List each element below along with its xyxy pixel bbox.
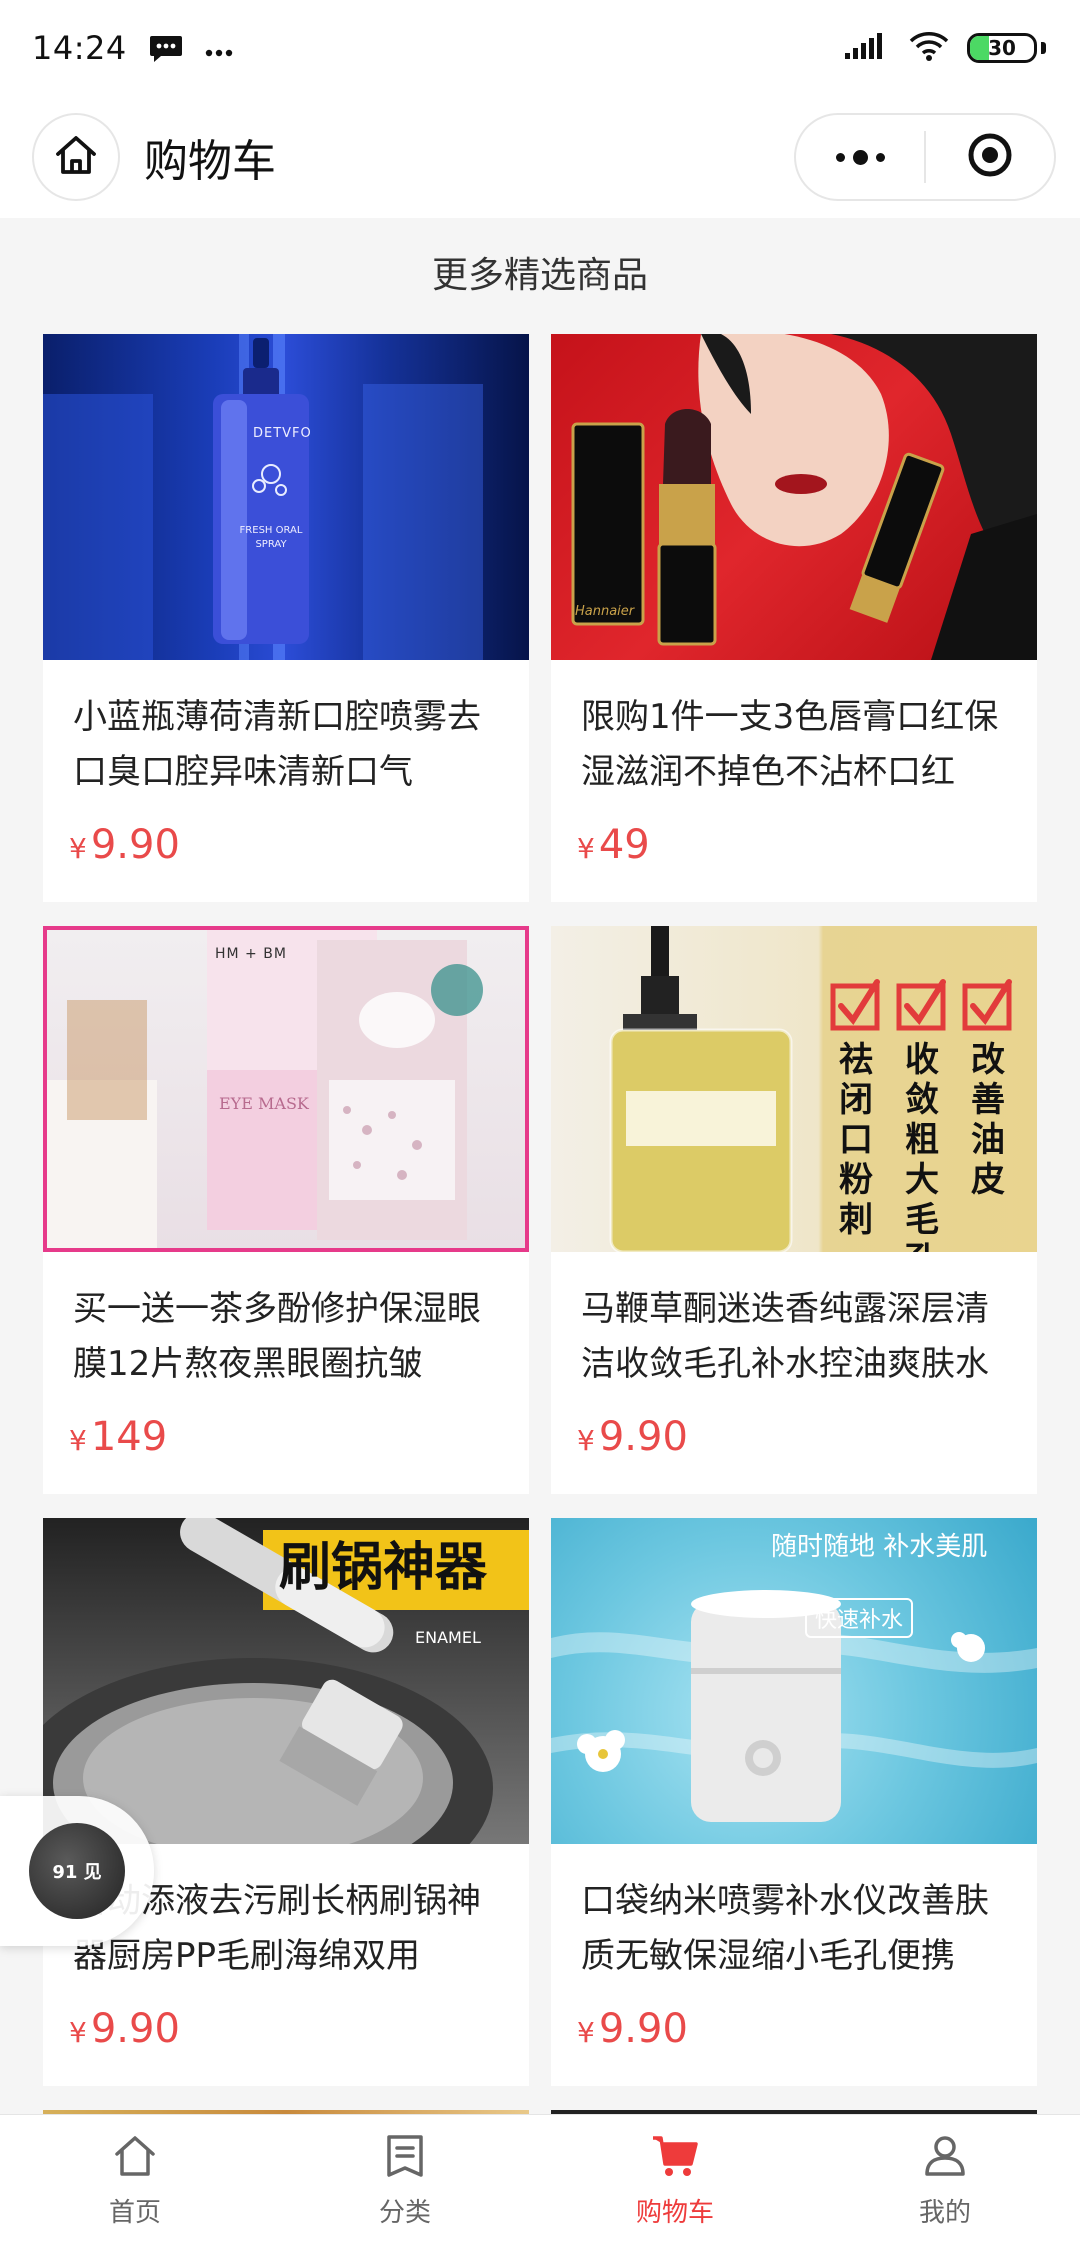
product-image-art: HM + BM EYE MASK (43, 926, 529, 1252)
menu-dots-icon (835, 149, 885, 165)
close-button[interactable] (926, 115, 1054, 199)
tab-home[interactable]: 首页 (0, 2115, 270, 2248)
battery-level: 30 (988, 36, 1016, 60)
floating-widget-label: 91 见 (52, 1862, 102, 1883)
wifi-icon (909, 31, 949, 65)
floating-widget-icon: 91 见 (29, 1823, 125, 1919)
product-price: ¥ 9.90 (69, 822, 180, 868)
tab-label: 首页 (108, 2198, 161, 2228)
price-value: 49 (598, 822, 650, 868)
product-name[interactable]: 小蓝瓶薄荷清新口腔喷雾去口臭口腔异味清新口气 (73, 690, 505, 800)
product-feature-text: 收敛粗大毛孔 (905, 1040, 939, 1252)
product-card[interactable]: 随时随地 补水美肌 快速补水 口袋纳米喷雾补水仪改善肤质无敏保湿缩小毛孔便携 ¥… (551, 1518, 1037, 2086)
price-currency: ¥ (577, 2016, 595, 2049)
product-title-text: 刷锅神器 (279, 1538, 488, 1598)
product-feature-text: 祛闭口粉刺 (839, 1040, 873, 1240)
home-icon (54, 134, 98, 180)
floating-widget[interactable]: 91 见 (0, 1796, 154, 1946)
product-name[interactable]: 限购1件一支3色唇膏口红保湿滋润不掉色不沾杯口红 (581, 690, 1013, 800)
price-currency: ¥ (69, 2016, 87, 2049)
product-title-text: 随时随地 补水美肌 (771, 1532, 988, 1562)
battery-fill (970, 36, 990, 60)
product-card[interactable]: HM + BM EYE MASK 买一送一茶多酚修护保湿眼膜12片熬夜黑眼圈抗皱… (43, 926, 529, 1494)
more-dots-icon (205, 33, 233, 63)
category-tab-icon (385, 2134, 425, 2182)
product-price: ¥ 9.90 (69, 2006, 180, 2052)
signal-icon (845, 31, 891, 65)
price-value: 9.90 (90, 822, 180, 868)
product-price: ¥ 9.90 (577, 1414, 688, 1460)
battery-icon: 30 (967, 33, 1037, 63)
battery-cap (1041, 42, 1046, 54)
price-value: 149 (90, 1414, 168, 1460)
product-image[interactable]: 祛闭口粉刺 收敛粗大毛孔 改善油皮 (551, 926, 1037, 1252)
product-price: ¥ 49 (577, 822, 650, 868)
product-brand-text: Hannaier (575, 604, 635, 619)
tab-profile[interactable]: 我的 (810, 2115, 1080, 2248)
product-image-art: 祛闭口粉刺 收敛粗大毛孔 改善油皮 (551, 926, 1037, 1252)
product-image[interactable]: 随时随地 补水美肌 快速补水 (551, 1518, 1037, 1844)
product-price: ¥ 9.90 (577, 2006, 688, 2052)
product-label-text: EYE MASK (219, 1094, 309, 1113)
product-image[interactable]: HM + BM EYE MASK (43, 926, 529, 1252)
product-label-text: FRESH ORAL SPRAY (239, 525, 303, 550)
home-tab-icon (113, 2134, 157, 2182)
page-title: 购物车 (144, 136, 276, 187)
tab-category[interactable]: 分类 (270, 2115, 540, 2248)
status-left: 14:24 (32, 29, 233, 67)
price-currency: ¥ (69, 832, 87, 865)
tab-label: 我的 (918, 2198, 971, 2228)
product-price: ¥ 149 (69, 1414, 167, 1460)
product-name[interactable]: 口袋纳米喷雾补水仪改善肤质无敏保湿缩小毛孔便携 (581, 1874, 1013, 1984)
price-currency: ¥ (69, 1424, 87, 1457)
product-image-art: 随时随地 补水美肌 快速补水 (551, 1518, 1037, 1844)
product-image[interactable]: DETVFO FRESH ORAL SPRAY (43, 334, 529, 660)
product-badge-text: 快速补水 (805, 1598, 914, 1638)
status-time: 14:24 (32, 29, 127, 67)
product-brand-text: HM + BM (215, 946, 287, 962)
product-brand-text: DETVFO (253, 426, 312, 441)
nav-bar: 购物车 (0, 96, 1080, 218)
product-image[interactable]: 刷锅神器 ENAMEL (43, 1518, 529, 1844)
product-card[interactable]: 刷锅神器 ENAMEL 自动添液去污刷长柄刷锅神器厨房PP毛刷海绵双用 ¥ 9.… (43, 1518, 529, 2086)
section-title: 更多精选商品 (431, 255, 648, 296)
tab-cart[interactable]: 购物车 (540, 2115, 810, 2248)
cart-tab-icon (651, 2134, 699, 2182)
profile-tab-icon (923, 2134, 967, 2182)
price-value: 9.90 (598, 1414, 688, 1460)
bottom-tab-bar: 首页 分类 购物车 我的 (0, 2114, 1080, 2248)
product-image-art: Hannaier (551, 334, 1037, 660)
message-icon (149, 34, 183, 62)
tab-label: 购物车 (635, 2198, 714, 2228)
product-card[interactable]: DETVFO FRESH ORAL SPRAY 小蓝瓶薄荷清新口腔喷雾去口臭口腔… (43, 334, 529, 902)
mini-program-capsule (794, 113, 1056, 201)
product-image-art: DETVFO FRESH ORAL SPRAY (43, 334, 529, 660)
price-value: 9.90 (90, 2006, 180, 2052)
status-bar: 14:24 30 (0, 0, 1080, 96)
price-currency: ¥ (577, 832, 595, 865)
status-right: 30 (845, 31, 1046, 65)
menu-button[interactable] (796, 115, 924, 199)
product-name[interactable]: 买一送一茶多酚修护保湿眼膜12片熬夜黑眼圈抗皱 (73, 1282, 505, 1392)
product-feature-text: 改善油皮 (971, 1040, 1005, 1200)
product-card[interactable]: Hannaier 限购1件一支3色唇膏口红保湿滋润不掉色不沾杯口红 ¥ 49 (551, 334, 1037, 902)
product-label-text: ENAMEL (415, 1628, 481, 1647)
product-name[interactable]: 马鞭草酮迷迭香纯露深层清洁收敛毛孔补水控油爽肤水 (581, 1282, 1013, 1392)
product-card[interactable]: 祛闭口粉刺 收敛粗大毛孔 改善油皮 马鞭草酮迷迭香纯露深层清洁收敛毛孔补水控油爽… (551, 926, 1037, 1494)
product-image[interactable]: Hannaier (551, 334, 1037, 660)
home-button[interactable] (32, 113, 120, 201)
price-value: 9.90 (598, 2006, 688, 2052)
tab-label: 分类 (378, 2198, 431, 2228)
price-currency: ¥ (577, 1424, 595, 1457)
cart-content: 更多精选商品 DETVFO FRESH ORAL SPRAY 小蓝瓶薄荷清新口腔… (0, 218, 1080, 2114)
close-target-icon (966, 131, 1014, 183)
product-image-art: 刷锅神器 ENAMEL (43, 1518, 529, 1844)
